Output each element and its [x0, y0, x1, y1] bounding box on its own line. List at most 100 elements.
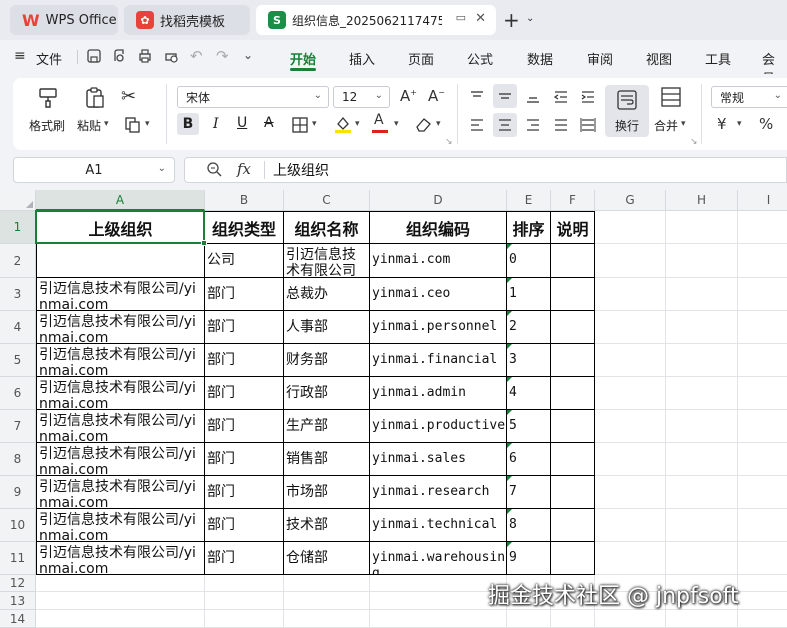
cut-icon[interactable]: ✂ — [121, 86, 136, 107]
cell-b4[interactable]: 部门 — [205, 311, 284, 344]
cell-a6[interactable]: 引迈信息技术有限公司/yinmai.com — [36, 377, 205, 410]
cell-c10[interactable]: 技术部 — [284, 509, 370, 542]
borders-icon[interactable] — [291, 116, 309, 134]
column-header-e[interactable]: E — [507, 190, 551, 211]
chevron-down-icon[interactable]: ⌄ — [158, 163, 166, 174]
cell-a5[interactable]: 引迈信息技术有限公司/yinmai.com — [36, 344, 205, 377]
zoom-search-icon[interactable] — [206, 161, 222, 177]
tab-spreadsheet[interactable]: S 组织信息_20250621174754.x ▭ ✕ — [256, 5, 496, 35]
cell-e7[interactable]: 5 — [507, 410, 551, 443]
select-all-corner[interactable] — [0, 190, 36, 211]
wrap-text-button[interactable]: 换行 — [605, 85, 649, 137]
cell-e4[interactable]: 2 — [507, 311, 551, 344]
cell-b1[interactable]: 组织类型 — [205, 211, 284, 244]
increase-indent-icon[interactable] — [579, 88, 597, 106]
menu-insert[interactable]: 插入 — [349, 49, 375, 68]
menu-review[interactable]: 审阅 — [587, 49, 613, 68]
currency-icon[interactable]: ¥ — [717, 115, 727, 133]
cell-c11[interactable]: 仓储部 — [284, 542, 370, 575]
formula-content[interactable]: 上级组织 — [273, 160, 329, 180]
cell-a3[interactable]: 引迈信息技术有限公司/yinmai.com — [36, 278, 205, 311]
font-size-select[interactable]: 12 ⌄ — [333, 86, 390, 108]
column-header-g[interactable]: G — [595, 190, 666, 211]
cell-e5[interactable]: 3 — [507, 344, 551, 377]
cell-d7[interactable]: yinmai.productive — [370, 410, 507, 443]
percent-style-button[interactable]: % — [759, 115, 773, 133]
font-color-dropdown-chevron-icon[interactable]: ▾ — [394, 119, 399, 129]
row-header-1[interactable]: 1 — [0, 211, 36, 244]
cell-c4[interactable]: 人事部 — [284, 311, 370, 344]
menu-file[interactable]: 文件 — [36, 49, 62, 68]
quick-access-dropdown-icon[interactable]: ⌄ — [243, 48, 253, 62]
cell-d8[interactable]: yinmai.sales — [370, 443, 507, 476]
align-bottom-icon[interactable] — [524, 88, 542, 106]
cell-b7[interactable]: 部门 — [205, 410, 284, 443]
cell-d2[interactable]: yinmai.com — [370, 244, 507, 278]
row-header-13[interactable]: 13 — [0, 592, 36, 610]
format-painter-label[interactable]: 格式刷 — [29, 117, 65, 134]
fill-color-icon[interactable] — [333, 114, 353, 134]
font-name-select[interactable]: 宋体 ⌄ — [177, 86, 329, 108]
cell-a4[interactable]: 引迈信息技术有限公司/yinmai.com — [36, 311, 205, 344]
undo-icon[interactable]: ↶ — [190, 47, 203, 65]
cell-f5[interactable] — [551, 344, 595, 377]
column-header-a[interactable]: A — [36, 190, 205, 211]
cell-a10[interactable]: 引迈信息技术有限公司/yinmai.com — [36, 509, 205, 542]
bold-icon[interactable]: B — [177, 113, 199, 135]
menu-page[interactable]: 页面 — [408, 49, 434, 68]
row-header-5[interactable]: 5 — [0, 344, 36, 377]
decrease-font-size-icon[interactable]: A− — [428, 87, 445, 105]
cell-b11[interactable]: 部门 — [205, 542, 284, 575]
name-box[interactable]: A1 ⌄ — [13, 157, 175, 183]
cell-f9[interactable] — [551, 476, 595, 509]
column-header-h[interactable]: H — [666, 190, 738, 211]
row-header-11[interactable]: 11 — [0, 542, 36, 575]
justify-icon[interactable] — [552, 116, 570, 134]
row-header-7[interactable]: 7 — [0, 410, 36, 443]
monitor-icon[interactable]: ▭ — [456, 11, 466, 24]
align-center-button[interactable] — [493, 113, 517, 137]
cell-d1[interactable]: 组织编码 — [370, 211, 507, 244]
cell-b8[interactable]: 部门 — [205, 443, 284, 476]
cell-e3[interactable]: 1 — [507, 278, 551, 311]
merge-dropdown-chevron-icon[interactable]: ▾ — [681, 119, 686, 129]
row-header-3[interactable]: 3 — [0, 278, 36, 311]
row-header-14[interactable]: 14 — [0, 610, 36, 628]
borders-dropdown-chevron-icon[interactable]: ▾ — [312, 119, 317, 129]
cell-e9[interactable]: 7 — [507, 476, 551, 509]
cell-f8[interactable] — [551, 443, 595, 476]
cell-b10[interactable]: 部门 — [205, 509, 284, 542]
cell-a11[interactable]: 引迈信息技术有限公司/yinmai.com — [36, 542, 205, 575]
cell-c2[interactable]: 引迈信息技术有限公司 — [284, 244, 370, 278]
row-header-4[interactable]: 4 — [0, 311, 36, 344]
column-header-f[interactable]: F — [551, 190, 595, 211]
menu-data[interactable]: 数据 — [527, 49, 553, 68]
cell-f1[interactable]: 说明 — [551, 211, 595, 244]
cell-b6[interactable]: 部门 — [205, 377, 284, 410]
row-header-9[interactable]: 9 — [0, 476, 36, 509]
cell-c3[interactable]: 总裁办 — [284, 278, 370, 311]
font-dialog-launcher-icon[interactable]: ↘ — [445, 137, 453, 147]
cell-d9[interactable]: yinmai.research — [370, 476, 507, 509]
cell-e1[interactable]: 排序 — [507, 211, 551, 244]
underline-icon[interactable]: U — [237, 115, 247, 131]
copy-dropdown-chevron-icon[interactable]: ▾ — [145, 119, 150, 129]
number-format-select[interactable]: 常规 ⌄ — [711, 86, 787, 108]
menu-tools[interactable]: 工具 — [705, 49, 731, 68]
increase-font-size-icon[interactable]: A+ — [400, 87, 417, 105]
print-preview-icon[interactable] — [163, 48, 179, 64]
merge-cells-icon[interactable] — [660, 86, 682, 108]
menu-formula[interactable]: 公式 — [467, 49, 493, 68]
row-header-10[interactable]: 10 — [0, 509, 36, 542]
row-header-2[interactable]: 2 — [0, 244, 36, 278]
cell-e11[interactable]: 9 — [507, 542, 551, 575]
cell-b3[interactable]: 部门 — [205, 278, 284, 311]
cell-c5[interactable]: 财务部 — [284, 344, 370, 377]
cell-b9[interactable]: 部门 — [205, 476, 284, 509]
column-header-c[interactable]: C — [284, 190, 370, 211]
tab-docer[interactable]: ✿ 找稻壳模板 — [124, 5, 250, 35]
cell-d3[interactable]: yinmai.ceo — [370, 278, 507, 311]
decrease-indent-icon[interactable] — [552, 88, 570, 106]
fill-handle[interactable] — [201, 240, 207, 246]
cell-d4[interactable]: yinmai.personnel — [370, 311, 507, 344]
